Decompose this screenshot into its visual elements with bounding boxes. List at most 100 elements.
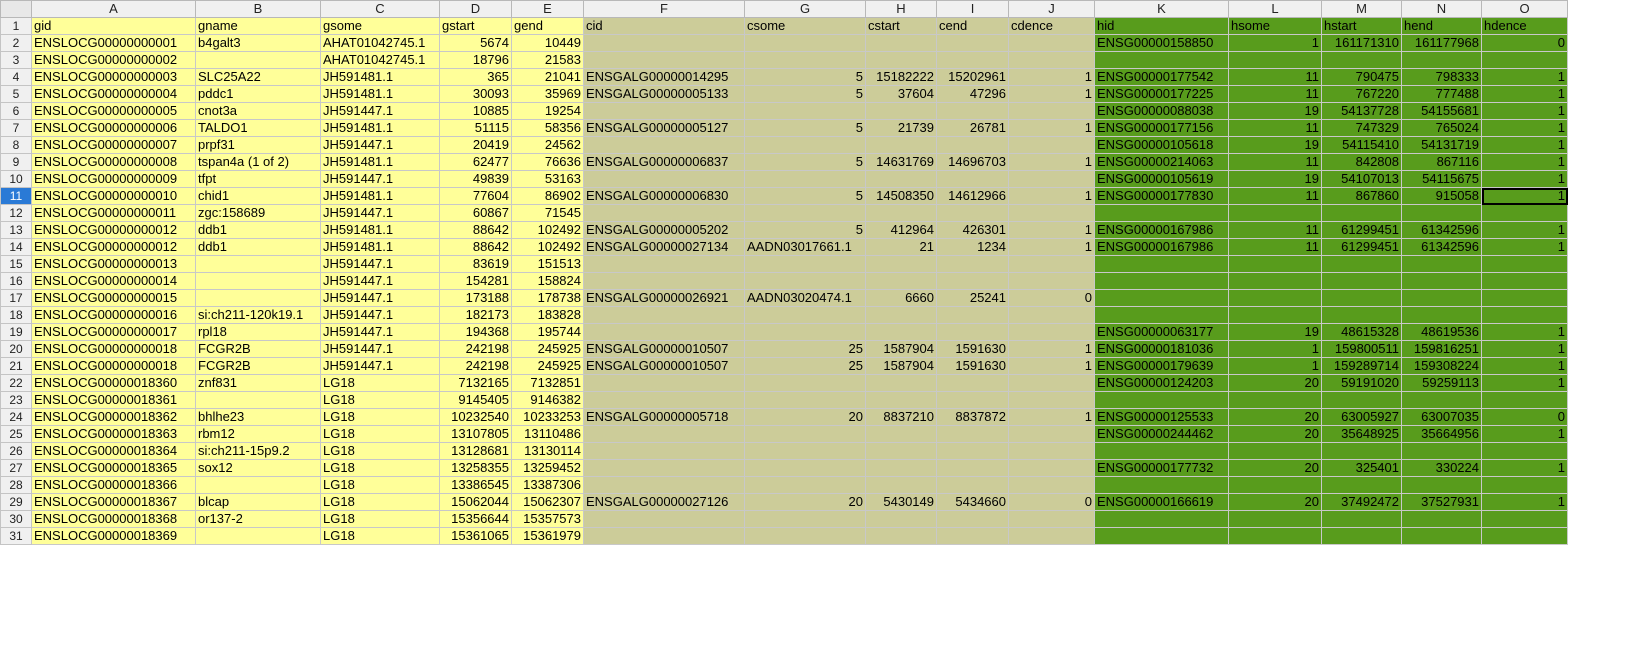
row-header-21[interactable]: 21: [0, 357, 32, 375]
cell-d12[interactable]: 60867: [439, 204, 512, 222]
cell-i29[interactable]: 5434660: [936, 493, 1009, 511]
row-header-24[interactable]: 24: [0, 408, 32, 426]
cell-o7[interactable]: 1: [1481, 119, 1568, 137]
cell-d20[interactable]: 242198: [439, 340, 512, 358]
cell-c26[interactable]: LG18: [320, 442, 440, 460]
cell-n24[interactable]: 63007035: [1401, 408, 1482, 426]
cell-b26[interactable]: si:ch211-15p9.2: [195, 442, 321, 460]
cell-l2[interactable]: 1: [1228, 34, 1322, 52]
cell-j2[interactable]: [1008, 34, 1095, 52]
cell-i1[interactable]: cend: [936, 17, 1009, 35]
cell-k1[interactable]: hid: [1094, 17, 1229, 35]
cell-i7[interactable]: 26781: [936, 119, 1009, 137]
cell-f11[interactable]: ENSGALG00000006830: [583, 187, 745, 205]
cell-d9[interactable]: 62477: [439, 153, 512, 171]
cell-d4[interactable]: 365: [439, 68, 512, 86]
cell-m11[interactable]: 867860: [1321, 187, 1402, 205]
cell-a1[interactable]: gid: [31, 17, 196, 35]
cell-f8[interactable]: [583, 136, 745, 154]
cell-l15[interactable]: [1228, 255, 1322, 273]
cell-c21[interactable]: JH591447.1: [320, 357, 440, 375]
cell-a24[interactable]: ENSLOCG00000018362: [31, 408, 196, 426]
cell-d29[interactable]: 15062044: [439, 493, 512, 511]
cell-o19[interactable]: 1: [1481, 323, 1568, 341]
cell-o8[interactable]: 1: [1481, 136, 1568, 154]
cell-f19[interactable]: [583, 323, 745, 341]
column-header-j[interactable]: J: [1008, 0, 1095, 18]
cell-f2[interactable]: [583, 34, 745, 52]
cell-c13[interactable]: JH591481.1: [320, 221, 440, 239]
cell-h26[interactable]: [865, 442, 937, 460]
cell-i3[interactable]: [936, 51, 1009, 69]
cell-i26[interactable]: [936, 442, 1009, 460]
cell-i2[interactable]: [936, 34, 1009, 52]
cell-f14[interactable]: ENSGALG00000027134: [583, 238, 745, 256]
cell-f10[interactable]: [583, 170, 745, 188]
cell-g15[interactable]: [744, 255, 866, 273]
cell-f22[interactable]: [583, 374, 745, 392]
cell-f29[interactable]: ENSGALG00000027126: [583, 493, 745, 511]
cell-b24[interactable]: bhlhe23: [195, 408, 321, 426]
cell-i10[interactable]: [936, 170, 1009, 188]
column-header-e[interactable]: E: [511, 0, 584, 18]
cell-c31[interactable]: LG18: [320, 527, 440, 545]
cell-h13[interactable]: 412964: [865, 221, 937, 239]
cell-c22[interactable]: LG18: [320, 374, 440, 392]
cell-d17[interactable]: 173188: [439, 289, 512, 307]
cell-f21[interactable]: ENSGALG00000010507: [583, 357, 745, 375]
cell-n25[interactable]: 35664956: [1401, 425, 1482, 443]
cell-m1[interactable]: hstart: [1321, 17, 1402, 35]
cell-n23[interactable]: [1401, 391, 1482, 409]
cell-j23[interactable]: [1008, 391, 1095, 409]
cell-o25[interactable]: 1: [1481, 425, 1568, 443]
cell-e27[interactable]: 13259452: [511, 459, 584, 477]
cell-e11[interactable]: 86902: [511, 187, 584, 205]
cell-n8[interactable]: 54131719: [1401, 136, 1482, 154]
cell-e24[interactable]: 10233253: [511, 408, 584, 426]
column-header-k[interactable]: K: [1094, 0, 1229, 18]
row-header-3[interactable]: 3: [0, 51, 32, 69]
cell-l11[interactable]: 11: [1228, 187, 1322, 205]
cell-c16[interactable]: JH591447.1: [320, 272, 440, 290]
cell-m7[interactable]: 747329: [1321, 119, 1402, 137]
cell-i19[interactable]: [936, 323, 1009, 341]
cell-i8[interactable]: [936, 136, 1009, 154]
cell-d8[interactable]: 20419: [439, 136, 512, 154]
cell-i20[interactable]: 1591630: [936, 340, 1009, 358]
cell-n5[interactable]: 777488: [1401, 85, 1482, 103]
cell-o31[interactable]: [1481, 527, 1568, 545]
cell-h10[interactable]: [865, 170, 937, 188]
cell-h14[interactable]: 21: [865, 238, 937, 256]
cell-o6[interactable]: 1: [1481, 102, 1568, 120]
cell-d11[interactable]: 77604: [439, 187, 512, 205]
cell-m29[interactable]: 37492472: [1321, 493, 1402, 511]
cell-g6[interactable]: [744, 102, 866, 120]
cell-f25[interactable]: [583, 425, 745, 443]
cell-n12[interactable]: [1401, 204, 1482, 222]
cell-a7[interactable]: ENSLOCG00000000006: [31, 119, 196, 137]
cell-a17[interactable]: ENSLOCG00000000015: [31, 289, 196, 307]
cell-c29[interactable]: LG18: [320, 493, 440, 511]
cell-j29[interactable]: 0: [1008, 493, 1095, 511]
cell-d6[interactable]: 10885: [439, 102, 512, 120]
cell-k23[interactable]: [1094, 391, 1229, 409]
cell-g22[interactable]: [744, 374, 866, 392]
cell-o26[interactable]: [1481, 442, 1568, 460]
cell-d19[interactable]: 194368: [439, 323, 512, 341]
cell-l9[interactable]: 11: [1228, 153, 1322, 171]
cell-d1[interactable]: gstart: [439, 17, 512, 35]
cell-a9[interactable]: ENSLOCG00000000008: [31, 153, 196, 171]
cell-f15[interactable]: [583, 255, 745, 273]
cell-n27[interactable]: 330224: [1401, 459, 1482, 477]
cell-a16[interactable]: ENSLOCG00000000014: [31, 272, 196, 290]
cell-d10[interactable]: 49839: [439, 170, 512, 188]
cell-d18[interactable]: 182173: [439, 306, 512, 324]
cell-d14[interactable]: 88642: [439, 238, 512, 256]
cell-a4[interactable]: ENSLOCG00000000003: [31, 68, 196, 86]
cell-c25[interactable]: LG18: [320, 425, 440, 443]
cell-k25[interactable]: ENSG00000244462: [1094, 425, 1229, 443]
cell-c14[interactable]: JH591481.1: [320, 238, 440, 256]
cell-h11[interactable]: 14508350: [865, 187, 937, 205]
cell-a5[interactable]: ENSLOCG00000000004: [31, 85, 196, 103]
cell-k18[interactable]: [1094, 306, 1229, 324]
